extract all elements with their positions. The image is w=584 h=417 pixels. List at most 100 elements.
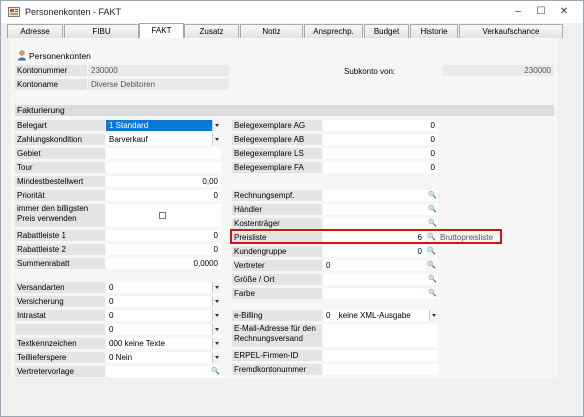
- window-title: Personenkonten - FAKT: [25, 7, 122, 17]
- vertreter-field[interactable]: 0: [323, 260, 426, 271]
- gebiet-label: Gebiet: [15, 148, 105, 159]
- kontonummer-label: Kontonummer: [15, 65, 87, 76]
- summenrabatt-field[interactable]: 0,0000: [106, 258, 221, 269]
- kundengruppe-field[interactable]: 0: [323, 246, 426, 257]
- email-field[interactable]: [323, 324, 438, 347]
- textkennzeichen-value: 000 keine Texte: [109, 339, 165, 348]
- title-bar: Personenkonten - FAKT – ☐ ✕: [1, 1, 583, 23]
- haendler-field[interactable]: 🔍: [323, 204, 438, 215]
- fakturierung-header: Fakturierung: [15, 105, 554, 116]
- unlabeled-label: [15, 324, 105, 335]
- belegexemplare-ag-field[interactable]: 0: [323, 120, 438, 131]
- belegart-value: 1 Standard: [109, 121, 149, 130]
- search-icon[interactable]: 🔍: [211, 367, 220, 376]
- fremdkonto-label: Fremdkontonummer: [232, 364, 322, 375]
- chevron-down-icon[interactable]: [212, 338, 221, 349]
- search-icon[interactable]: 🔍: [428, 191, 437, 200]
- maximize-icon[interactable]: ☐: [534, 5, 548, 19]
- farbe-label: Farbe: [232, 288, 322, 299]
- rabattleiste2-field[interactable]: 0: [106, 244, 221, 255]
- versandarten-select[interactable]: 0: [106, 282, 221, 293]
- farbe-field[interactable]: 🔍: [323, 288, 438, 299]
- status-bar: [11, 382, 571, 402]
- tab-fibu[interactable]: FIBU: [64, 24, 139, 38]
- chevron-down-icon[interactable]: [212, 282, 221, 293]
- search-icon[interactable]: 🔍: [428, 289, 437, 298]
- chevron-down-icon[interactable]: [212, 310, 221, 321]
- chevron-down-icon[interactable]: [212, 134, 221, 145]
- billigsten-label-line1: immer den billigsten: [17, 204, 89, 213]
- rechnungsempf-label: Rechnungsempf.: [232, 190, 322, 201]
- minimize-icon[interactable]: –: [511, 5, 525, 19]
- zahlungskondition-select[interactable]: Barverkauf: [106, 134, 221, 145]
- subkonto-field[interactable]: 230000: [443, 65, 554, 76]
- tab-zusatz[interactable]: Zusatz: [184, 24, 239, 38]
- close-icon[interactable]: ✕: [557, 5, 571, 19]
- window: Personenkonten - FAKT – ☐ ✕ Adresse FIBU…: [0, 0, 584, 417]
- chevron-down-icon[interactable]: [212, 352, 221, 363]
- unlabeled-select[interactable]: 0: [106, 324, 221, 335]
- belegexemplare-fa-field[interactable]: 0: [323, 162, 438, 173]
- groesse-ort-field[interactable]: 🔍: [323, 274, 438, 285]
- search-icon[interactable]: 🔍: [427, 247, 436, 256]
- email-label: E-Mail-Adresse für den Rechnungsversand: [232, 324, 322, 347]
- textkennzeichen-label: Textkennzeichen: [15, 338, 105, 349]
- belegart-select[interactable]: 1 Standard: [106, 120, 221, 131]
- kundengruppe-label: Kundengruppe: [232, 246, 322, 257]
- belegart-label: Belegart: [15, 120, 105, 131]
- tab-fakt[interactable]: FAKT: [139, 23, 184, 38]
- teillieferung-label: Teillieferspere: [15, 352, 105, 363]
- prioritaet-label: Priorität: [15, 190, 105, 201]
- vertretervorlage-field[interactable]: 🔍: [106, 366, 221, 377]
- ebilling-select[interactable]: 0 keine XML-Ausgabe: [323, 310, 438, 321]
- rabattleiste1-field[interactable]: 0: [106, 230, 221, 241]
- erpel-label: ERPEL-Firmen-ID: [232, 350, 322, 361]
- belegexemplare-fa-label: Belegexemplare FA: [232, 162, 322, 173]
- chevron-down-icon[interactable]: [212, 324, 221, 335]
- chevron-down-icon[interactable]: [212, 120, 221, 131]
- tab-adresse[interactable]: Adresse: [7, 24, 63, 38]
- preisliste-highlight: [230, 229, 502, 244]
- email-label-line1: E-Mail-Adresse für den: [234, 324, 316, 333]
- intrastat-value: 0: [109, 311, 114, 320]
- billigsten-label-line2: Preis verwenden: [17, 214, 77, 223]
- rabattleiste1-label: Rabattleiste 1: [15, 230, 105, 241]
- chevron-down-icon[interactable]: [212, 296, 221, 307]
- teillieferung-select[interactable]: 0 Nein: [106, 352, 221, 363]
- app-icon: [8, 7, 20, 17]
- person-icon: [18, 50, 26, 61]
- belegexemplare-ab-field[interactable]: 0: [323, 134, 438, 145]
- summenrabatt-label: Summenrabatt: [15, 258, 105, 269]
- zahlungskondition-value: Barverkauf: [109, 135, 148, 144]
- fremdkonto-field[interactable]: [323, 364, 438, 375]
- tab-ansprechp[interactable]: Ansprechp.: [304, 24, 363, 38]
- search-icon[interactable]: 🔍: [428, 205, 437, 214]
- belegexemplare-ls-field[interactable]: 0: [323, 148, 438, 159]
- search-icon[interactable]: 🔍: [428, 219, 437, 228]
- search-icon[interactable]: 🔍: [428, 275, 437, 284]
- gebiet-field[interactable]: [106, 148, 221, 159]
- billigsten-field: [106, 204, 221, 227]
- intrastat-select[interactable]: 0: [106, 310, 221, 321]
- tab-verkaufschance[interactable]: Verkaufschance: [459, 24, 563, 38]
- tab-historie[interactable]: Historie: [410, 24, 458, 38]
- intrastat-label: Intrastat: [15, 310, 105, 321]
- prioritaet-field[interactable]: 0: [106, 190, 221, 201]
- chevron-down-icon[interactable]: [429, 310, 438, 321]
- textkennzeichen-select[interactable]: 000 keine Texte: [106, 338, 221, 349]
- versicherung-select[interactable]: 0: [106, 296, 221, 307]
- kontoname-field[interactable]: Diverse Debitoren: [88, 79, 229, 90]
- tab-notiz[interactable]: Notiz: [240, 24, 303, 38]
- kontonummer-field[interactable]: 230000: [88, 65, 229, 76]
- rechnungsempf-field[interactable]: 🔍: [323, 190, 438, 201]
- search-icon[interactable]: 🔍: [427, 261, 436, 270]
- tab-budget[interactable]: Budget: [364, 24, 409, 38]
- versandarten-value: 0: [109, 283, 114, 292]
- billigsten-checkbox[interactable]: [159, 212, 166, 219]
- mindestbestellwert-field[interactable]: 0,00: [106, 176, 221, 187]
- erpel-field[interactable]: [323, 350, 438, 361]
- kostentraeger-field[interactable]: 🔍: [323, 218, 438, 229]
- tour-field[interactable]: [106, 162, 221, 173]
- versicherung-value: 0: [109, 297, 114, 306]
- personenkonten-heading: Personenkonten: [29, 51, 91, 61]
